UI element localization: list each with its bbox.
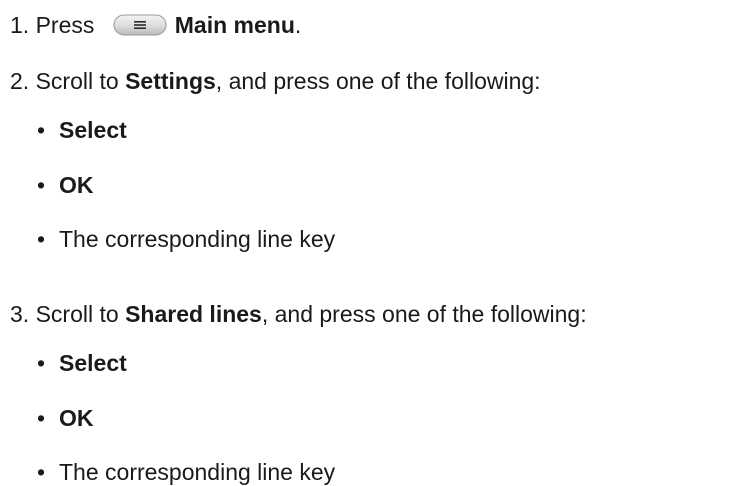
step-text: Press: [35, 12, 101, 38]
step-text: , and press one of the following:: [261, 301, 587, 327]
step-number: 3.: [10, 301, 30, 327]
step-text: .: [294, 12, 302, 38]
step-bold-text: Main menu: [174, 12, 295, 38]
bullet-bold-text: OK: [59, 172, 94, 198]
bullet: •: [37, 350, 46, 376]
step-bold-text: Shared lines: [125, 301, 262, 327]
instruction-list: 1. Press Main menu. 2. Scroll to Setting…: [0, 0, 754, 485]
step-number: 2.: [10, 68, 30, 94]
bullet-text: The corresponding line key: [59, 459, 336, 485]
main-menu-key-icon: [113, 14, 167, 36]
step-text: Scroll to: [35, 301, 126, 327]
bullet-text: The corresponding line key: [59, 226, 336, 252]
step-3: 3. Scroll to Shared lines, and press one…: [10, 300, 587, 328]
bullet: •: [37, 405, 46, 431]
list-item: • OK: [37, 171, 94, 199]
bullet: •: [37, 459, 46, 485]
list-item: • The corresponding line key: [37, 225, 335, 253]
bullet: •: [37, 172, 46, 198]
list-item: • Select: [37, 349, 127, 377]
bullet-bold-text: OK: [59, 405, 94, 431]
step-text: , and press one of the following:: [215, 68, 541, 94]
step-bold-text: Settings: [125, 68, 216, 94]
step-1: 1. Press Main menu.: [10, 11, 301, 39]
step-text: Scroll to: [35, 68, 126, 94]
step-2: 2. Scroll to Settings, and press one of …: [10, 67, 541, 95]
list-item: • OK: [37, 404, 94, 432]
bullet: •: [37, 117, 46, 143]
bullet-bold-text: Select: [59, 350, 127, 376]
bullet-bold-text: Select: [59, 117, 127, 143]
list-item: • The corresponding line key: [37, 458, 335, 486]
bullet: •: [37, 226, 46, 252]
list-item: • Select: [37, 116, 127, 144]
step-number: 1.: [10, 12, 30, 38]
